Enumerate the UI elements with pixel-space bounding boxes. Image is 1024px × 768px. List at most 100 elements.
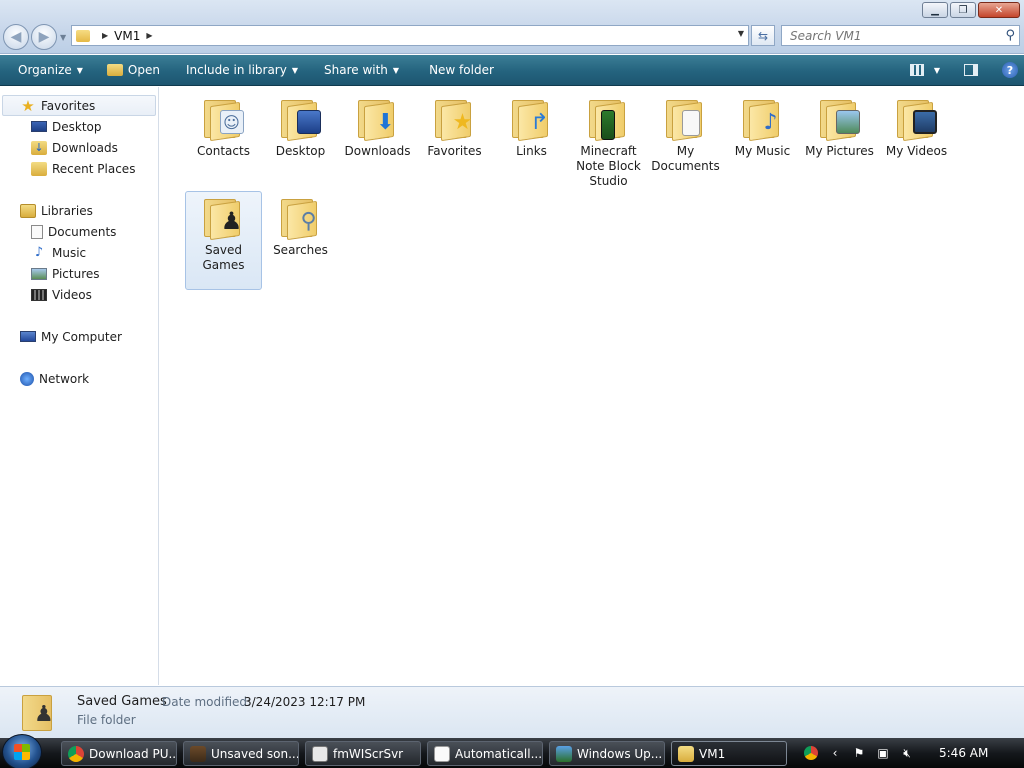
taskbar-button[interactable]: Automaticall... [427, 741, 543, 766]
folder-item-selected[interactable]: ♟ Saved Games [185, 191, 262, 290]
flag-icon[interactable]: ⚑ [851, 745, 867, 761]
saved-games-folder-icon: ♟ [20, 692, 62, 734]
chevron-down-icon: ▼ [291, 65, 298, 75]
nav-my-computer-label: My Computer [41, 329, 122, 344]
taskbar-button[interactable]: Unsaved son... [183, 741, 299, 766]
folder-item[interactable]: Desktop [262, 92, 339, 191]
folder-label: Saved Games [202, 243, 245, 272]
nav-documents[interactable]: Documents [0, 221, 158, 242]
nav-downloads[interactable]: ↓ Downloads [0, 137, 158, 158]
include-in-library-button[interactable]: Include in library ▼ [170, 55, 308, 85]
taskbar-button[interactable]: Download PU... [61, 741, 177, 766]
folder-item[interactable]: Minecraft Note Block Studio [570, 92, 647, 191]
search-box[interactable]: ⚲ [781, 25, 1020, 46]
volume-muted-icon[interactable]: 🔇︎ [899, 745, 915, 761]
taskbar-button-label: Windows Up... [577, 746, 663, 761]
app-window-icon [312, 745, 328, 762]
change-view-icon[interactable] [909, 64, 924, 76]
open-label: Open [127, 63, 160, 77]
taskbar-button[interactable]: Windows Up... [549, 741, 665, 766]
organize-button[interactable]: Organize ▼ [0, 55, 93, 85]
recent-places-icon [31, 161, 47, 176]
chrome-tray-icon[interactable] [803, 745, 819, 761]
share-with-button[interactable]: Share with ▼ [308, 55, 409, 85]
nav-network[interactable]: Network [0, 368, 158, 389]
nav-my-computer[interactable]: My Computer [0, 326, 158, 347]
nav-music-label: Music [52, 245, 87, 260]
minecraft-folder-icon [587, 96, 631, 142]
breadcrumb-vm1[interactable]: VM1 [114, 29, 140, 43]
folder-label: Favorites [427, 144, 482, 158]
nav-libraries-label: Libraries [41, 203, 93, 218]
network-icon [20, 371, 34, 386]
forward-button[interactable]: ▶ [31, 24, 57, 50]
address-bar[interactable]: ▶ VM1 ▶ ▼ [71, 25, 749, 46]
folder-item[interactable]: My Videos [878, 92, 955, 191]
folder-item[interactable]: ★ Favorites [416, 92, 493, 191]
nav-music[interactable]: ♪ Music [0, 242, 158, 263]
saved-games-folder-icon: ♟ [202, 195, 246, 241]
details-type: File folder [77, 713, 136, 727]
taskbar-button-label: Download PU... [89, 746, 177, 761]
refresh-icon: ⇆ [757, 28, 769, 43]
search-input[interactable] [790, 28, 990, 43]
minimize-icon: ▁ [931, 4, 939, 16]
navigation-buttons: ◀ ▶ ▼ [3, 24, 66, 50]
taskbar-button-active[interactable]: VM1 [671, 741, 787, 766]
back-arrow-icon: ◀ [10, 29, 22, 45]
favorites-folder-icon: ★ [433, 96, 477, 142]
close-icon: ✕ [994, 4, 1004, 16]
restore-button[interactable]: ❐ [950, 2, 976, 18]
nav-recent-places-label: Recent Places [52, 161, 136, 176]
nav-favorites[interactable]: ★ Favorites [2, 95, 156, 116]
folder-item[interactable]: ⬇ Downloads [339, 92, 416, 191]
close-button[interactable]: ✕ [978, 2, 1020, 18]
folder-item[interactable]: ♪ My Music [724, 92, 801, 191]
recent-pages-dropdown[interactable]: ▼ [60, 33, 66, 42]
new-folder-button[interactable]: New folder [409, 55, 504, 85]
folder-label: My Videos [885, 144, 948, 158]
nav-pictures[interactable]: Pictures [0, 263, 158, 284]
search-icon[interactable]: ⚲ [1005, 28, 1015, 43]
nav-desktop[interactable]: Desktop [0, 116, 158, 137]
folder-grid: ☺ Contacts Desktop ⬇ Downloads ★ Favorit… [185, 92, 1021, 290]
folder-item[interactable]: ↱ Links [493, 92, 570, 191]
folder-label: Contacts [197, 144, 250, 158]
show-hidden-icons-icon[interactable]: ‹ [827, 745, 843, 761]
windows-update-icon [556, 745, 572, 762]
nav-libraries[interactable]: Libraries [0, 200, 158, 221]
taskbar-button[interactable]: fmWIScrSvr [305, 741, 421, 766]
window-controls: ▁ ❐ ✕ [922, 2, 1020, 18]
start-button[interactable] [2, 734, 42, 768]
open-button[interactable]: Open [93, 55, 170, 85]
refresh-button[interactable]: ⇆ [751, 25, 775, 46]
folder-label: Minecraft Note Block Studio [576, 144, 641, 188]
folder-item[interactable]: ☺ Contacts [185, 92, 262, 191]
nav-videos[interactable]: Videos [0, 284, 158, 305]
clock[interactable]: 5:46 AM [939, 746, 988, 760]
command-bar: Organize ▼ Open Include in library ▼ Share… [0, 55, 1024, 86]
chevron-down-icon[interactable]: ▼ [934, 66, 940, 75]
videos-folder-icon [895, 96, 939, 142]
preview-pane-icon[interactable] [964, 64, 978, 76]
taskbar-button-label: Unsaved son... [211, 746, 299, 761]
address-dropdown-icon[interactable]: ▼ [738, 29, 744, 38]
folder-label: Downloads [344, 144, 411, 158]
breadcrumb-arrow-icon[interactable]: ▶ [102, 31, 108, 40]
view-controls: ▼ ? [909, 55, 1018, 85]
system-tray: ‹ ⚑ ▣ 🔇︎ 5:46 AM [795, 738, 1024, 768]
back-button[interactable]: ◀ [3, 24, 29, 50]
minimize-button[interactable]: ▁ [922, 2, 948, 18]
help-icon[interactable]: ? [1002, 62, 1018, 78]
file-list-pane[interactable]: ☺ Contacts Desktop ⬇ Downloads ★ Favorit… [160, 87, 1024, 685]
folder-item[interactable]: ⚲ Searches [262, 191, 339, 290]
network-tray-icon[interactable]: ▣ [875, 745, 891, 761]
nav-recent-places[interactable]: Recent Places [0, 158, 158, 179]
breadcrumb-arrow-icon[interactable]: ▶ [146, 31, 152, 40]
forward-arrow-icon: ▶ [38, 29, 50, 45]
folder-item[interactable]: My Pictures [801, 92, 878, 191]
taskbar-button-label: Automaticall... [455, 746, 543, 761]
folder-item[interactable]: My Documents [647, 92, 724, 191]
